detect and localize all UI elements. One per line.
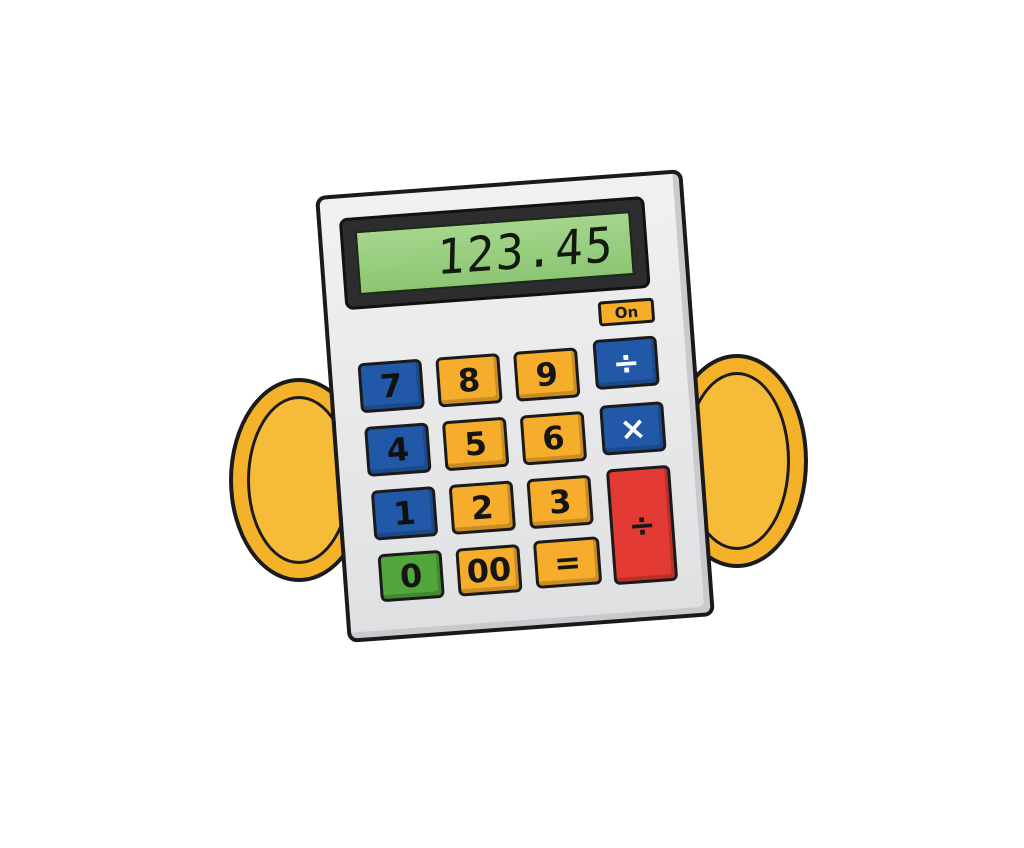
display-bezel: 123.45 bbox=[338, 195, 651, 311]
key-9-label: 9 bbox=[534, 354, 560, 395]
equals-button[interactable]: = bbox=[532, 536, 603, 589]
key-7-label: 7 bbox=[378, 366, 404, 406]
key-00[interactable]: 00 bbox=[455, 544, 523, 597]
multiply-icon: × bbox=[618, 408, 648, 449]
divide-button[interactable]: ÷ bbox=[592, 335, 660, 391]
key-4[interactable]: 4 bbox=[364, 422, 432, 477]
key-5[interactable]: 5 bbox=[441, 416, 510, 472]
key-8[interactable]: 8 bbox=[435, 353, 503, 408]
key-3[interactable]: 3 bbox=[526, 474, 594, 530]
key-6[interactable]: 6 bbox=[519, 410, 588, 466]
display-value: 123.45 bbox=[435, 215, 616, 286]
key-8-label: 8 bbox=[456, 360, 482, 401]
calculator: 123.45 On 7 8 9 ÷ 4 5 6 × 1 2 3 ÷ 0 00 = bbox=[315, 169, 715, 643]
key-3-label: 3 bbox=[547, 482, 573, 522]
key-9[interactable]: 9 bbox=[513, 347, 581, 402]
illustration-stage: 123.45 On 7 8 9 ÷ 4 5 6 × 1 2 3 ÷ 0 00 = bbox=[0, 0, 1024, 848]
key-6-label: 6 bbox=[540, 418, 566, 459]
equals-icon: = bbox=[552, 542, 583, 583]
key-7[interactable]: 7 bbox=[357, 358, 425, 414]
key-0-label: 0 bbox=[398, 556, 424, 596]
on-button[interactable]: On bbox=[597, 297, 656, 327]
multiply-button[interactable]: × bbox=[599, 401, 667, 456]
key-00-label: 00 bbox=[465, 549, 513, 591]
key-5-label: 5 bbox=[463, 424, 489, 464]
key-2-label: 2 bbox=[469, 487, 495, 528]
key-4-label: 4 bbox=[385, 429, 411, 470]
key-1-label: 1 bbox=[392, 493, 418, 534]
divide-icon: ÷ bbox=[627, 505, 657, 545]
key-1[interactable]: 1 bbox=[370, 486, 439, 541]
key-2[interactable]: 2 bbox=[448, 480, 517, 535]
key-0[interactable]: 0 bbox=[377, 549, 445, 603]
divide-tall-button[interactable]: ÷ bbox=[605, 464, 679, 586]
divide-icon: ÷ bbox=[611, 342, 641, 383]
lcd-display: 123.45 bbox=[354, 211, 635, 296]
